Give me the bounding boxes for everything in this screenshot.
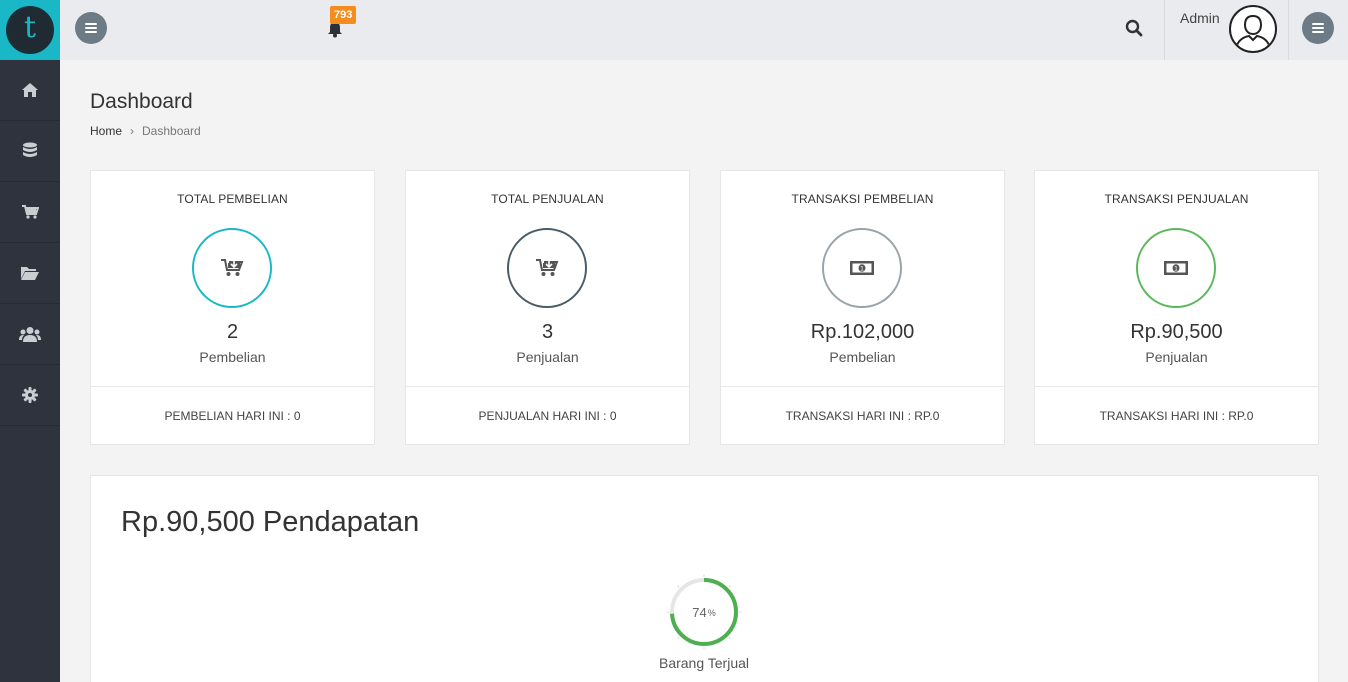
page-title: Dashboard [90, 90, 193, 113]
breadcrumb: Home › Dashboard [90, 124, 201, 138]
sidebar: t [0, 0, 60, 682]
user-name: Admin [1180, 10, 1220, 26]
sold-items-gauge: 74% [666, 574, 742, 650]
svg-text:1: 1 [860, 266, 864, 273]
svg-text:1: 1 [1174, 266, 1178, 273]
card-value: Rp.102,000 [810, 321, 915, 343]
notification-badge: 793 [330, 6, 357, 24]
sidebar-item-users[interactable] [0, 304, 60, 365]
user-menu[interactable]: Admin [1164, 0, 1289, 60]
revenue-panel: Rp.90,500 Pendapatan 74% Barang Terjual [90, 475, 1319, 682]
user-silhouette-icon [1235, 14, 1271, 50]
card-value: 2 [226, 321, 239, 343]
card-footer: PEMBELIAN HARI INI : 0 [91, 386, 374, 444]
gear-icon [22, 387, 38, 403]
card-total-penjualan: TOTAL PENJUALAN 3 Penjualan PENJUALAN HA… [405, 170, 690, 445]
sidebar-item-folder[interactable] [0, 243, 60, 304]
cart-download-icon [221, 259, 244, 276]
menu-icon [85, 23, 97, 33]
money-icon: 1 [1164, 261, 1188, 275]
card-subtitle: Penjualan [1145, 349, 1208, 365]
cart-icon [22, 205, 39, 219]
card-title: TRANSAKSI PEMBELIAN [791, 192, 934, 206]
sidebar-item-cart[interactable] [0, 182, 60, 243]
sidebar-item-settings[interactable] [0, 365, 60, 426]
card-title: TOTAL PEMBELIAN [177, 192, 288, 206]
card-subtitle: Pembelian [199, 349, 266, 365]
app-logo: t [6, 6, 54, 54]
database-icon [23, 142, 37, 157]
card-transaksi-penjualan: TRANSAKSI PENJUALAN 1 Rp.90,500 Penjuala… [1034, 170, 1319, 445]
card-transaksi-pembelian: TRANSAKSI PEMBELIAN 1 Rp.102,000 Pembeli… [720, 170, 1005, 445]
sidebar-item-database[interactable] [0, 121, 60, 182]
right-panel-toggle-button[interactable] [1302, 12, 1334, 44]
gauge-label: Barang Terjual [658, 655, 750, 671]
card-title: TRANSAKSI PENJUALAN [1104, 192, 1249, 206]
money-icon: 1 [850, 261, 874, 275]
breadcrumb-separator: › [130, 124, 135, 138]
card-icon-circle [192, 228, 272, 308]
sidebar-toggle-button[interactable] [75, 12, 107, 44]
card-icon-circle [507, 228, 587, 308]
gauge-percent-text: 74 [692, 604, 707, 620]
card-footer: PENJUALAN HARI INI : 0 [406, 386, 689, 444]
card-value: 3 [541, 321, 554, 343]
breadcrumb-home-link[interactable]: Home [90, 124, 122, 138]
breadcrumb-current: Dashboard [142, 124, 201, 138]
card-value: Rp.90,500 [1130, 321, 1223, 343]
notifications-button[interactable]: 793 [322, 6, 360, 40]
card-subtitle: Penjualan [516, 349, 579, 365]
search-icon[interactable] [1125, 19, 1143, 37]
card-icon-circle: 1 [822, 228, 902, 308]
cart-download-icon [536, 259, 559, 276]
revenue-title: Rp.90,500 Pendapatan [121, 506, 420, 538]
gauge-unit: % [707, 608, 716, 618]
card-subtitle: Pembelian [829, 349, 896, 365]
avatar [1229, 5, 1277, 53]
card-icon-circle: 1 [1136, 228, 1216, 308]
home-icon [22, 83, 38, 97]
card-footer: TRANSAKSI HARI INI : RP.0 [1035, 386, 1318, 444]
users-icon [19, 327, 41, 342]
card-footer: TRANSAKSI HARI INI : RP.0 [721, 386, 1004, 444]
card-title: TOTAL PENJUALAN [491, 192, 604, 206]
menu-icon [1312, 23, 1324, 33]
folder-open-icon [21, 267, 39, 280]
logo-area[interactable]: t [0, 0, 60, 60]
sidebar-item-home[interactable] [0, 60, 60, 121]
main-content: Dashboard Home › Dashboard TOTAL PEMBELI… [60, 60, 1348, 682]
card-total-pembelian: TOTAL PEMBELIAN 2 Pembelian PEMBELIAN HA… [90, 170, 375, 445]
top-header: 793 Admin [60, 0, 1348, 60]
gauge-value: 74% [666, 574, 742, 650]
